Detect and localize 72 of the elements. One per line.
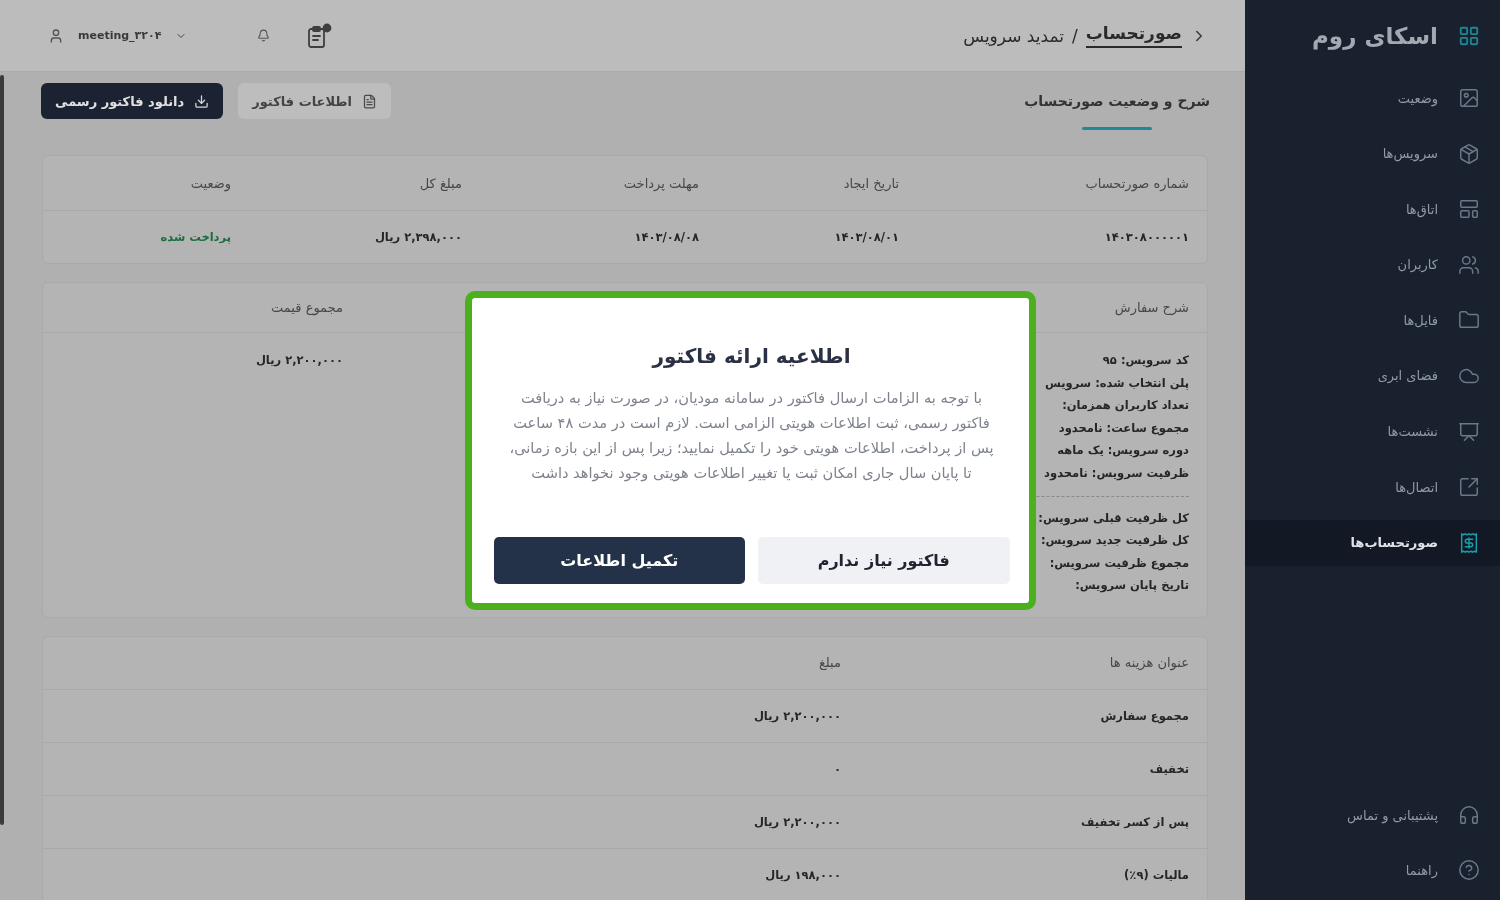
order-detail: پلن انتخاب شده: سرویس <box>1045 374 1189 393</box>
table-cell: ۲,۳۹۸,۰۰۰ ریال <box>374 230 462 244</box>
clipboard-icon[interactable] <box>306 22 333 49</box>
status-text: پرداخت شده <box>160 230 231 244</box>
headphones-icon <box>1458 804 1480 826</box>
invoice-info-button[interactable]: اطلاعات فاکتور <box>238 83 392 119</box>
order-detail: مجموع ظرفیت سرویس: <box>1049 554 1189 573</box>
external-link-icon <box>1458 476 1480 499</box>
grid-icon[interactable] <box>1458 25 1480 47</box>
table-cell: ۲,۲۰۰,۰۰۰ ریال <box>753 708 841 723</box>
decline-button[interactable]: فاکتور نیاز ندارم <box>758 536 1010 584</box>
sidebar-item[interactable]: نشست‌ها <box>1245 408 1500 455</box>
sidebar-item[interactable]: وضعیت <box>1245 75 1500 121</box>
user-menu[interactable]: meeting_۳۲۰۴ <box>48 23 188 48</box>
table-cell: ۱۹۸,۰۰۰ ریال <box>765 867 841 882</box>
order-detail: مجموع ساعت: نامحدود <box>1058 419 1189 438</box>
scrollbar[interactable] <box>0 75 4 825</box>
dialog-title: اطلاعیه ارائه فاکتور <box>652 342 851 370</box>
order-detail: کل ظرفیت قبلی سرویس: <box>1038 509 1189 528</box>
breadcrumb-separator: / <box>1072 25 1078 46</box>
sidebar-item[interactable]: سرویس‌ها <box>1245 130 1500 177</box>
column-header: تاریخ ایجاد <box>843 175 899 191</box>
document-icon <box>362 93 378 109</box>
dialog-message: با توجه به الزامات ارسال فاکتور در سامانه مودیان، در صورت نیاز به دریافت فاکتور رسمی، ثبت اطلاعات هویتی الزامی است. لازم است در مدت ۴۸ ساعت پس از پرداخت، اطلاعات هویتی خود را تکمیل نمایید؛ زیرا پس از این بازه زمانی، تا پایان سال جاری امکان ثبت یا تغییر اطلاعات هویتی وجود نخواهد داشت <box>509 387 994 484</box>
column-header: شماره صورتحساب <box>1085 175 1189 191</box>
layout-icon <box>1458 198 1480 221</box>
download-button[interactable]: دانلود فاکتور رسمی <box>41 83 224 119</box>
order-detail: تاریخ پایان سرویس: <box>1075 577 1189 595</box>
column-header: وضعیت <box>190 175 231 191</box>
column-header: مجموع قیمت <box>271 300 343 315</box>
picture-icon <box>1458 87 1480 109</box>
tab[interactable]: شرح و وضعیت صورتحساب <box>1024 72 1210 130</box>
column-header: شرح سفارش <box>1114 300 1189 315</box>
sidebar-item[interactable]: فضای ابری <box>1245 352 1500 399</box>
breadcrumb-link[interactable]: صورتحساب <box>1085 23 1182 48</box>
sidebar-item[interactable]: صورتحساب‌ها <box>1245 519 1500 566</box>
table-cell: پس از کسر تخفیف <box>1081 814 1189 829</box>
complete-info-button[interactable]: تکمیل اطلاعات <box>493 536 745 584</box>
user-icon <box>48 27 64 44</box>
sidebar-item[interactable]: راهنما <box>1245 847 1500 893</box>
order-detail: دوره سرویس: یک ماهه <box>1057 442 1189 460</box>
table-cell: مالیات (۹٪) <box>1124 867 1189 882</box>
bell-icon[interactable] <box>257 29 271 42</box>
column-header: عنوان هزینه ها <box>1109 655 1189 671</box>
cube-icon <box>1458 142 1480 165</box>
sidebar-item[interactable]: اتاق‌ها <box>1245 186 1500 233</box>
table-cell-text: ۲,۲۰۰,۰۰۰ ریال <box>255 352 343 369</box>
download-icon <box>194 93 210 109</box>
table-cell: مجموع سفارش <box>1100 708 1189 723</box>
logo: اسکای روم <box>1312 23 1438 49</box>
sidebar-item[interactable]: اتصال‌ها <box>1245 464 1500 511</box>
order-detail: تعداد کاربران همزمان: <box>1062 397 1189 415</box>
sidebar-item[interactable]: فایل‌ها <box>1245 297 1500 344</box>
table-cell: ۱۴۰۳/۰۸/۰۱ <box>834 230 899 244</box>
table-cell: تخفیف <box>1149 761 1189 776</box>
column-header: مبلغ <box>818 655 841 671</box>
order-detail: ظرفیت سرویس: نامحدود <box>1044 464 1189 483</box>
order-detail: کد سرویس: ۹۵ <box>1102 352 1189 370</box>
help-icon <box>1458 859 1480 881</box>
table-cell: ۲,۲۰۰,۰۰۰ ریال <box>753 814 841 829</box>
table-cell: ۰ <box>833 761 841 776</box>
sidebar-item[interactable]: پشتیبانی و تماس <box>1245 792 1500 838</box>
column-header: مبلغ کل <box>419 175 462 191</box>
receipt-icon <box>1458 531 1480 554</box>
users-icon <box>1458 253 1480 276</box>
breadcrumb-current: تمدید سرویس <box>963 25 1064 46</box>
presentation-icon <box>1458 420 1480 443</box>
table-cell: ۱۴۰۳/۰۸/۰۸ <box>634 230 699 244</box>
table-cell: ۱۴۰۳۰۸۰۰۰۰۰۱ <box>1104 230 1189 244</box>
order-detail: کل ظرفیت جدید سرویس: <box>1040 532 1189 550</box>
column-header: مهلت پرداخت <box>623 175 699 191</box>
sidebar-item[interactable]: کاربران <box>1245 241 1500 288</box>
